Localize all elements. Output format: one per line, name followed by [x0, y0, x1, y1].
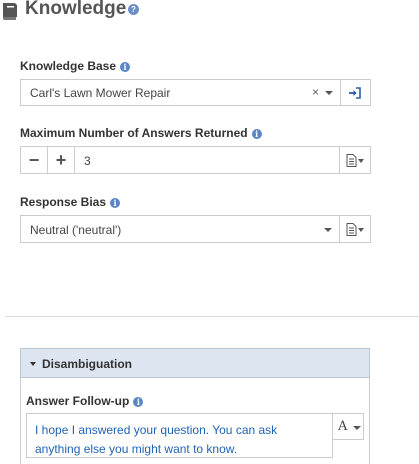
max-answers-label: Maximum Number of Answers Returned i [20, 126, 262, 140]
caret-down-icon [30, 362, 36, 366]
info-icon[interactable]: i [110, 198, 121, 208]
sign-in-icon[interactable] [348, 86, 362, 100]
max-answers-label-text: Maximum Number of Answers Returned [20, 126, 248, 140]
chevron-down-icon [353, 426, 361, 430]
response-bias-select[interactable]: Neutral ('neutral') [20, 215, 371, 243]
knowledge-base-value: Carl's Lawn Mower Repair [30, 86, 171, 100]
decrement-button[interactable]: − [21, 147, 47, 173]
max-answers-input[interactable]: 3 [84, 154, 91, 168]
increment-button[interactable]: + [48, 147, 74, 173]
response-bias-value: Neutral ('neutral') [30, 223, 122, 237]
info-icon[interactable]: i [251, 129, 262, 139]
knowledge-base-label: Knowledge Base i [20, 59, 131, 73]
font-format-button[interactable]: A [332, 413, 364, 440]
book-icon [3, 3, 17, 20]
response-bias-label-text: Response Bias [20, 195, 107, 209]
chevron-down-icon[interactable] [325, 91, 333, 95]
page-title: Knowledge [25, 0, 127, 19]
knowledge-base-label-text: Knowledge Base [20, 59, 117, 73]
knowledge-base-select[interactable]: Carl's Lawn Mower Repair × [20, 79, 371, 106]
answer-followup-label-text: Answer Follow-up [26, 394, 130, 408]
max-answers-stepper: − + 3 [20, 146, 371, 174]
answer-followup-label: Answer Follow-up i [26, 394, 144, 408]
divider [340, 80, 341, 105]
clear-icon[interactable]: × [312, 85, 319, 99]
response-bias-label: Response Bias i [20, 195, 121, 209]
disambiguation-title: Disambiguation [42, 357, 133, 371]
divider [74, 147, 75, 173]
font-icon: A [338, 419, 348, 434]
question-icon[interactable]: ? [128, 4, 139, 15]
info-icon[interactable]: i [120, 62, 131, 72]
document-dropdown-icon[interactable] [346, 223, 366, 236]
page-header: Knowledge ? [0, 0, 419, 22]
divider [339, 216, 340, 242]
section-divider [6, 316, 419, 317]
document-dropdown-icon[interactable] [346, 154, 366, 167]
info-icon[interactable]: i [133, 397, 144, 407]
divider [339, 147, 340, 173]
chevron-down-icon[interactable] [324, 228, 332, 232]
disambiguation-panel-header[interactable]: Disambiguation [20, 348, 370, 378]
answer-followup-textarea[interactable]: I hope I answered your question. You can… [26, 413, 333, 458]
